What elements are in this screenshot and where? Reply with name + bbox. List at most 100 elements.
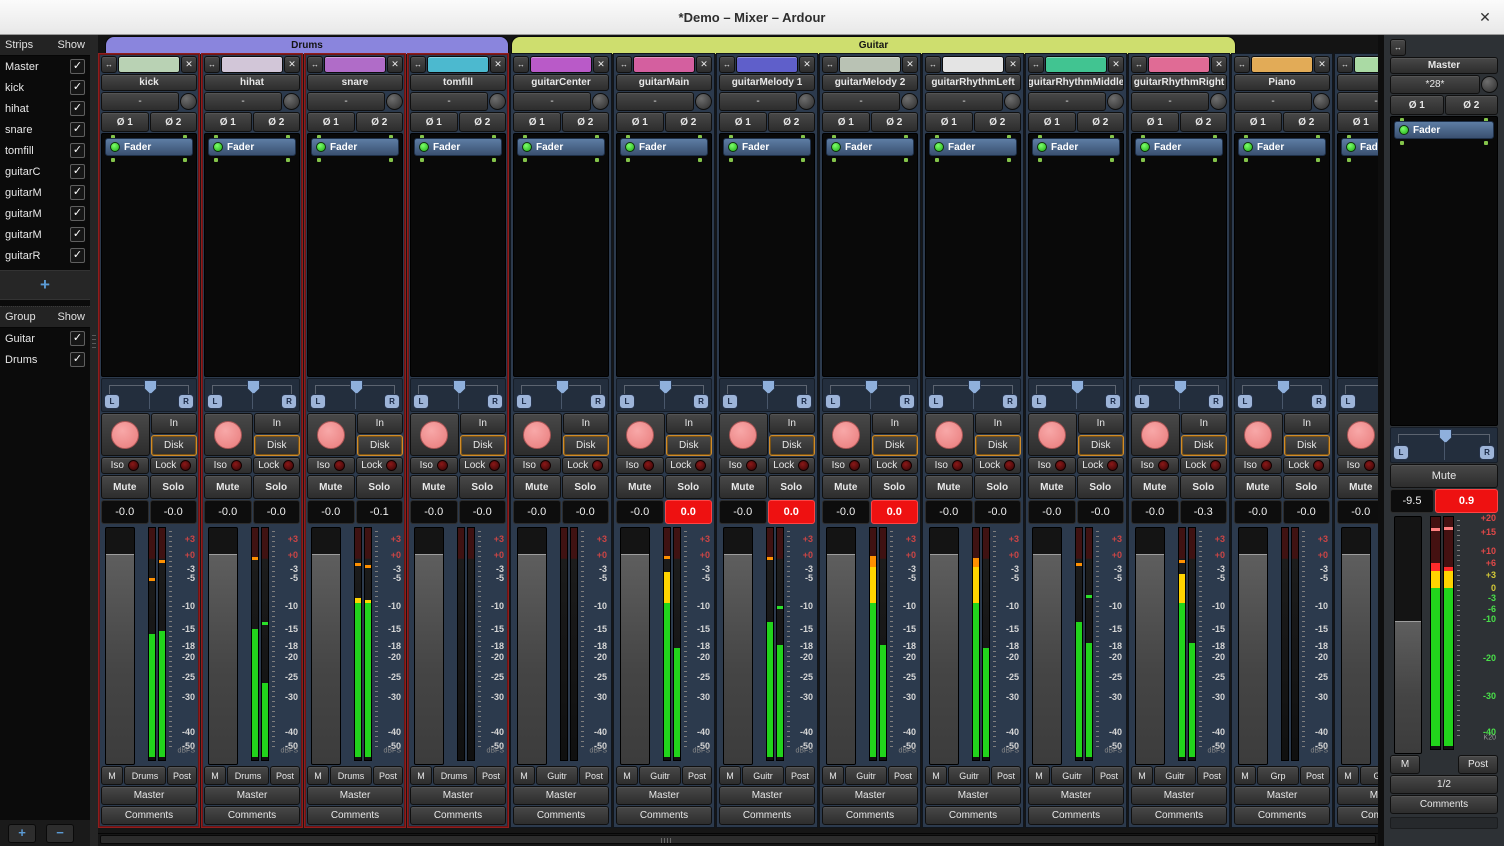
phase-1-button[interactable]: Ø 1	[925, 112, 973, 132]
record-arm-button[interactable]	[204, 413, 253, 456]
monitor-input-button[interactable]: In	[975, 413, 1022, 434]
pan-left-button[interactable]: L	[825, 394, 841, 409]
pan-widget[interactable]: L R	[1337, 378, 1378, 412]
trim-knob[interactable]	[798, 93, 815, 110]
meter-type-button[interactable]: Post	[1197, 766, 1227, 785]
solo-isolate-button[interactable]: Iso	[925, 457, 973, 474]
pan-left-button[interactable]: L	[1340, 394, 1356, 409]
solo-lock-button[interactable]: Lock	[665, 457, 713, 474]
show-checkbox[interactable]: ✓	[70, 331, 85, 346]
monitor-input-button[interactable]: In	[1078, 413, 1125, 434]
solo-isolate-button[interactable]: Iso	[719, 457, 767, 474]
pan-right-button[interactable]: R	[1208, 394, 1224, 409]
meter-point-button[interactable]: M	[1337, 766, 1359, 785]
horizontal-scrollbar[interactable]	[98, 833, 1378, 845]
processor-box[interactable]: Fader	[1131, 133, 1227, 377]
record-arm-button[interactable]	[1234, 413, 1283, 456]
trim-knob[interactable]	[695, 93, 712, 110]
strip-color-bar[interactable]	[1148, 56, 1210, 73]
strip-name-button[interactable]: st	[1337, 74, 1378, 91]
fader-processor-entry[interactable]: Fader	[105, 138, 193, 156]
input-button[interactable]: -	[1337, 92, 1378, 111]
mute-button[interactable]: Mute	[1390, 464, 1498, 488]
pan-widget[interactable]: L R	[101, 378, 197, 412]
input-button[interactable]: -	[204, 92, 282, 111]
meter-point-button[interactable]: M	[1131, 766, 1153, 785]
group-button[interactable]: Guitr	[845, 766, 887, 785]
output-button[interactable]: Master	[1131, 786, 1227, 805]
fader-processor-entry[interactable]: Fader	[208, 138, 296, 156]
strip-hide-icon[interactable]: ✕	[284, 56, 300, 73]
strip-color-bar[interactable]	[1251, 56, 1313, 73]
monitor-disk-button[interactable]: Disk	[666, 435, 713, 456]
solo-lock-button[interactable]: Lock	[459, 457, 507, 474]
solo-button[interactable]: Solo	[562, 475, 610, 499]
pan-widget[interactable]: L R	[616, 378, 712, 412]
solo-lock-button[interactable]: Lock	[974, 457, 1022, 474]
pan-widget[interactable]: L R	[204, 378, 300, 412]
processor-active-led[interactable]	[1399, 125, 1409, 135]
trim-knob[interactable]	[1481, 76, 1498, 93]
gain-display[interactable]: -0.0	[513, 500, 561, 524]
group-button[interactable]: Grp	[1360, 766, 1378, 785]
fader-processor-entry[interactable]: Fader	[620, 138, 708, 156]
fader-processor-entry[interactable]: Fader	[929, 138, 1017, 156]
monitor-disk-button[interactable]: Disk	[1078, 435, 1125, 456]
peak-display[interactable]: -0.1	[356, 500, 404, 524]
strip-name-button[interactable]: guitarMain	[616, 74, 712, 91]
phase-1-button[interactable]: Ø 1	[410, 112, 458, 132]
meter-point-button[interactable]: M	[101, 766, 123, 785]
gain-display[interactable]: -0.0	[822, 500, 870, 524]
meter-type-button[interactable]: Post	[991, 766, 1021, 785]
comments-button[interactable]: Comments	[1131, 806, 1227, 825]
strip-width-toggle-icon[interactable]: ↔	[1337, 56, 1353, 73]
pan-left-button[interactable]: L	[104, 394, 120, 409]
record-arm-button[interactable]	[513, 413, 562, 456]
input-button[interactable]: -	[410, 92, 488, 111]
strip-color-bar[interactable]	[427, 56, 489, 73]
fader-handle[interactable]	[1342, 554, 1370, 764]
output-button[interactable]: Master	[513, 786, 609, 805]
fader-processor-entry[interactable]: Fader	[1135, 138, 1223, 156]
strip-color-bar[interactable]	[1045, 56, 1107, 73]
solo-button[interactable]: Solo	[1077, 475, 1125, 499]
gain-fader[interactable]	[1238, 527, 1268, 765]
processor-active-led[interactable]	[1346, 142, 1356, 152]
pan-widget[interactable]: L R	[1234, 378, 1330, 412]
scrollbar-handle[interactable]	[100, 835, 1376, 844]
monitor-disk-button[interactable]: Disk	[563, 435, 610, 456]
gain-fader[interactable]	[414, 527, 444, 765]
meter-type-button[interactable]: Post	[270, 766, 300, 785]
strip-width-toggle-icon[interactable]: ↔	[925, 56, 941, 73]
group-button[interactable]: Guitr	[536, 766, 578, 785]
monitor-disk-button[interactable]: Disk	[460, 435, 507, 456]
show-checkbox[interactable]: ✓	[70, 248, 85, 263]
trim-knob[interactable]	[592, 93, 609, 110]
pan-left-button[interactable]: L	[207, 394, 223, 409]
strip-width-toggle-icon[interactable]: ↔	[719, 56, 735, 73]
input-button[interactable]: -	[616, 92, 694, 111]
output-button[interactable]: 1/2	[1390, 775, 1498, 794]
processor-box[interactable]: Fader	[1028, 133, 1124, 377]
fader-processor-entry[interactable]: Fader	[1238, 138, 1326, 156]
mute-button[interactable]: Mute	[410, 475, 458, 499]
mute-button[interactable]: Mute	[204, 475, 252, 499]
pan-widget[interactable]: L R	[410, 378, 506, 412]
gain-fader[interactable]	[105, 527, 135, 765]
processor-box[interactable]: Fader	[616, 133, 712, 377]
meter-point-button[interactable]: M	[410, 766, 432, 785]
phase-2-button[interactable]: Ø 2	[768, 112, 816, 132]
phase-2-button[interactable]: Ø 2	[253, 112, 301, 132]
phase-2-button[interactable]: Ø 2	[871, 112, 919, 132]
gain-fader[interactable]	[826, 527, 856, 765]
pan-right-button[interactable]: R	[178, 394, 194, 409]
strip-color-bar[interactable]	[324, 56, 386, 73]
strip-hide-icon[interactable]: ✕	[1314, 56, 1330, 73]
trim-knob[interactable]	[901, 93, 918, 110]
pan-left-button[interactable]: L	[722, 394, 738, 409]
strip-color-bar[interactable]	[118, 56, 180, 73]
gain-fader[interactable]	[929, 527, 959, 765]
pan-right-button[interactable]: R	[899, 394, 915, 409]
pan-widget[interactable]: L R	[307, 378, 403, 412]
strip-width-toggle-icon[interactable]: ↔	[204, 56, 220, 73]
